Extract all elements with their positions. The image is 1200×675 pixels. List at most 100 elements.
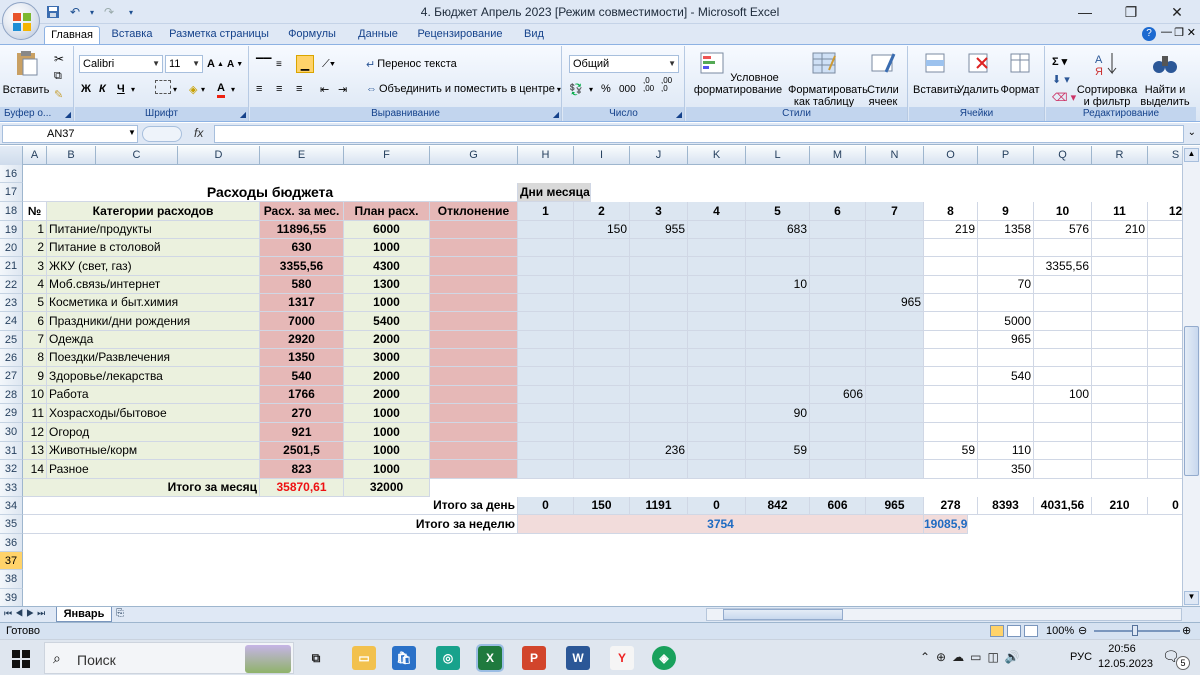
item-day-value[interactable] [1092,460,1148,479]
tab-review[interactable]: Рецензирование [414,26,506,44]
font-color-icon[interactable]: A [217,80,225,98]
item-day-value[interactable]: 955 [630,221,688,239]
tab-view[interactable]: Вид [518,26,550,44]
header-day[interactable]: 1 [518,202,574,221]
item-day-value[interactable] [630,257,688,276]
item-plan[interactable]: 1000 [344,442,430,460]
item-spent[interactable]: 3355,56 [260,257,344,276]
item-day-value[interactable] [810,294,866,312]
item-number[interactable]: 11 [23,404,47,423]
item-day-value[interactable] [688,312,746,331]
item-day-value[interactable] [810,331,866,349]
item-day-value[interactable] [688,239,746,257]
item-spent[interactable]: 11896,55 [260,221,344,239]
item-day-value[interactable] [746,460,810,479]
item-day-value[interactable] [1148,442,1182,460]
item-deviation[interactable] [430,312,518,331]
item-day-value[interactable] [1092,276,1148,294]
align-top-icon[interactable]: ▔▔ [256,55,271,73]
item-day-value[interactable] [810,276,866,294]
row-header[interactable]: 22 [0,276,23,294]
item-category[interactable]: ЖКУ (свет, газ) [47,257,260,276]
total-spent[interactable]: 35870,61 [260,479,344,497]
item-number[interactable]: 12 [23,423,47,442]
item-day-value[interactable] [924,239,978,257]
zoom-in-icon[interactable]: ⊕ [1182,624,1191,637]
item-day-value[interactable] [1148,423,1182,442]
total-month-label[interactable]: Итого за месяц [23,479,260,497]
page-layout-view-icon[interactable] [1007,625,1021,637]
item-plan[interactable]: 3000 [344,349,430,367]
item-day-value[interactable] [518,442,574,460]
item-day-value[interactable] [574,386,630,404]
shrink-font-button[interactable]: A ▼ [227,55,243,73]
item-day-value[interactable] [746,257,810,276]
row-header[interactable]: 26 [0,349,23,367]
clipboard-dialog-launcher-icon[interactable]: ◢ [65,110,71,119]
item-day-value[interactable]: 540 [978,367,1034,386]
paste-button[interactable]: Вставить [2,50,50,96]
column-header[interactable]: Q [1034,146,1092,165]
windows-start-icon[interactable] [12,650,30,671]
item-day-value[interactable] [630,386,688,404]
vertical-scrollbar[interactable]: ▲ ▼ [1182,146,1200,607]
ribbon-restore-icon[interactable]: ❐ [1174,26,1184,39]
column-header[interactable]: P [978,146,1034,165]
item-plan[interactable]: 2000 [344,367,430,386]
column-header[interactable]: R [1092,146,1148,165]
header-category[interactable]: Категории расходов [47,202,260,221]
item-day-value[interactable] [924,386,978,404]
row-header[interactable]: 18 [0,202,23,221]
column-header[interactable]: G [430,146,518,165]
header-day[interactable]: 12 [1148,202,1182,221]
row-header[interactable]: 39 [0,589,23,607]
row-header[interactable]: 16 [0,165,23,183]
item-day-value[interactable] [630,331,688,349]
item-spent[interactable]: 540 [260,367,344,386]
item-day-value[interactable]: 236 [630,442,688,460]
item-number[interactable]: 7 [23,331,47,349]
item-day-value[interactable] [518,294,574,312]
item-deviation[interactable] [430,460,518,479]
item-day-value[interactable] [978,239,1034,257]
item-day-value[interactable] [924,423,978,442]
day-total[interactable]: 278 [924,497,978,515]
font-name-combo[interactable]: Calibri ▼ [79,55,163,73]
item-day-value[interactable] [1034,367,1092,386]
item-day-value[interactable] [746,239,810,257]
item-day-value[interactable]: 606 [810,386,866,404]
item-day-value[interactable] [1092,423,1148,442]
item-day-value[interactable]: 10 [746,276,810,294]
item-day-value[interactable] [574,423,630,442]
increase-indent-icon[interactable]: ⇥ [338,80,347,98]
item-deviation[interactable] [430,423,518,442]
item-day-value[interactable] [924,460,978,479]
item-day-value[interactable] [866,386,924,404]
thousands-button[interactable]: 000 [619,80,636,98]
item-day-value[interactable] [574,294,630,312]
item-day-value[interactable] [810,312,866,331]
item-day-value[interactable] [518,257,574,276]
item-plan[interactable]: 1300 [344,276,430,294]
cut-icon[interactable]: ✂ [54,52,64,66]
item-number[interactable]: 10 [23,386,47,404]
delete-cells-button[interactable]: Удалить [957,50,999,96]
align-middle-icon[interactable]: ≡ [276,55,282,73]
row-header[interactable]: 35 [0,515,23,534]
item-day-value[interactable] [630,460,688,479]
item-category[interactable]: Хозрасходы/бытовое [47,404,260,423]
week-total[interactable]: 19085,9 [924,515,969,534]
item-day-value[interactable] [866,423,924,442]
item-day-value[interactable] [866,257,924,276]
item-day-value[interactable] [810,239,866,257]
scroll-down-icon[interactable]: ▼ [1184,591,1199,605]
column-header[interactable]: J [630,146,688,165]
column-header[interactable]: K [688,146,746,165]
close-button[interactable]: ✕ [1154,0,1200,24]
row-header[interactable]: 34 [0,497,23,515]
row-header[interactable]: 20 [0,239,23,257]
clear-icon[interactable]: ⌫ ▾ [1052,88,1076,106]
total-plan[interactable]: 32000 [344,479,430,497]
fill-icon[interactable]: ⬇ ▾ [1052,70,1070,88]
item-deviation[interactable] [430,276,518,294]
